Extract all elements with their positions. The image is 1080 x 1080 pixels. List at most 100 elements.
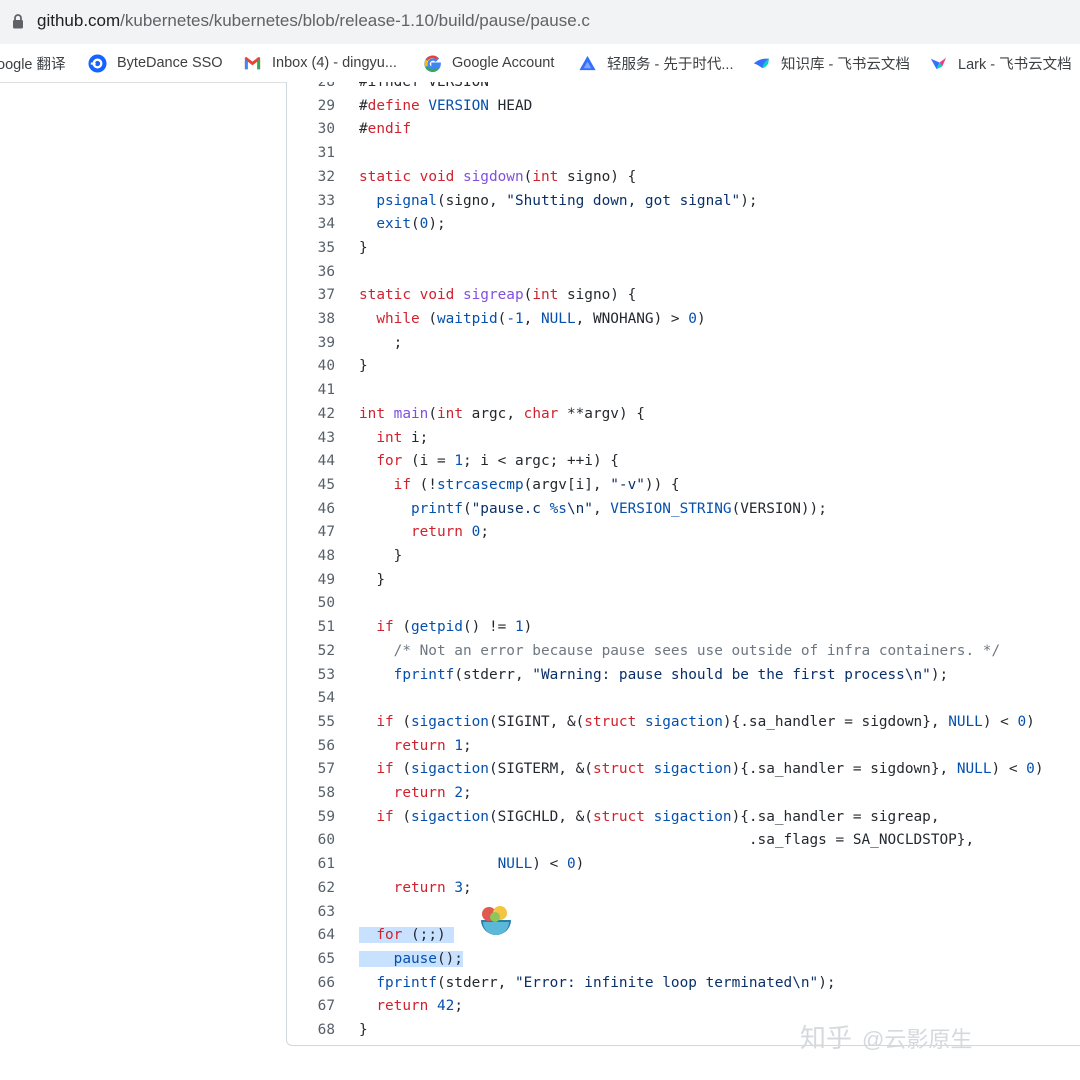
line-number[interactable]: 42 — [287, 403, 335, 427]
line-code: return 1; — [393, 737, 472, 754]
code-line: 33 psignal(signo, "Shutting down, got si… — [287, 190, 1080, 214]
line-number[interactable]: 57 — [287, 758, 335, 782]
line-number[interactable]: 43 — [287, 427, 335, 451]
line-number[interactable]: 53 — [287, 664, 335, 688]
code-line: 59 if (sigaction(SIGCHLD, &(struct sigac… — [287, 806, 1080, 830]
line-number[interactable]: 38 — [287, 308, 335, 332]
code-line: 48 } — [287, 545, 1080, 569]
line-code: exit(0); — [376, 216, 446, 233]
code-line: 30 #endif — [287, 118, 1080, 142]
line-number[interactable]: 31 — [287, 142, 335, 166]
code-line: 66 fprintf(stderr, "Error: infinite loop… — [287, 972, 1080, 996]
line-code: } — [359, 358, 368, 375]
bookmark-light-service[interactable]: 轻服务 - 先于时代... — [578, 52, 733, 74]
google-icon — [424, 55, 441, 72]
line-number[interactable]: 34 — [287, 213, 335, 237]
line-number[interactable]: 54 — [287, 687, 335, 711]
code-line: 53 fprintf(stderr, "Warning: pause shoul… — [287, 664, 1080, 688]
line-number[interactable]: 51 — [287, 616, 335, 640]
line-number[interactable]: 33 — [287, 190, 335, 214]
line-number[interactable]: 59 — [287, 806, 335, 830]
line-code: } — [359, 548, 403, 564]
line-number[interactable]: 61 — [287, 853, 335, 877]
line-code: } — [359, 1022, 368, 1038]
code-line: 50 — [287, 592, 1080, 616]
line-number[interactable]: 41 — [287, 379, 335, 403]
line-number[interactable]: 63 — [287, 901, 335, 925]
line-number[interactable]: 32 — [287, 166, 335, 190]
bookmark-knowledge-base[interactable]: 知识库 - 飞书云文档 — [752, 52, 910, 74]
line-code: if (sigaction(SIGCHLD, &(struct sigactio… — [376, 808, 940, 825]
code-line: 52 /* Not an error because pause sees us… — [287, 640, 1080, 664]
code-line: 44 for (i = 1; i < argc; ++i) { — [287, 450, 1080, 474]
code-line: 36 — [287, 261, 1080, 285]
line-number[interactable]: 40 — [287, 355, 335, 379]
watermark-brand: 知乎 — [800, 1024, 853, 1054]
line-number[interactable]: 45 — [287, 474, 335, 498]
line-number[interactable]: 47 — [287, 521, 335, 545]
code-line: 67 return 42; — [287, 995, 1080, 1019]
line-code: } — [359, 571, 385, 588]
line-code: #ifndef VERSION — [359, 82, 489, 90]
address-bar[interactable]: github.com/kubernetes/kubernetes/blob/re… — [0, 0, 1080, 44]
watermark: 知乎 @云影原生 — [800, 1018, 972, 1055]
bookmark-lark[interactable]: Lark - 飞书云文档 — [929, 52, 1072, 74]
line-number[interactable]: 49 — [287, 569, 335, 593]
line-number[interactable]: 28 — [287, 82, 335, 95]
code-line: 41 — [287, 379, 1080, 403]
line-number[interactable]: 58 — [287, 782, 335, 806]
code-line: 42 int main(int argc, char **argv) { — [287, 403, 1080, 427]
bookmark-label: ByteDance SSO — [117, 55, 223, 71]
line-code: pause(); — [359, 948, 463, 972]
feishu-docs-icon — [753, 58, 770, 68]
line-code: fprintf(stderr, "Error: infinite loop te… — [376, 974, 836, 991]
line-number[interactable]: 29 — [287, 95, 335, 119]
line-code: /* Not an error because pause sees use o… — [393, 642, 1001, 659]
line-number[interactable]: 65 — [287, 948, 335, 972]
line-number[interactable]: 52 — [287, 640, 335, 664]
line-number[interactable]: 68 — [287, 1019, 335, 1043]
bookmark-label: Lark - 飞书云文档 — [958, 56, 1072, 73]
line-number[interactable]: 30 — [287, 118, 335, 142]
line-code: #define VERSION HEAD — [359, 97, 533, 114]
bookmark-google-account[interactable]: Google Account — [423, 52, 554, 74]
line-number[interactable]: 36 — [287, 261, 335, 285]
line-number[interactable]: 66 — [287, 972, 335, 996]
line-number[interactable]: 50 — [287, 592, 335, 616]
url-text[interactable]: github.com/kubernetes/kubernetes/blob/re… — [37, 11, 590, 31]
line-number[interactable]: 67 — [287, 995, 335, 1019]
line-code: fprintf(stderr, "Warning: pause should b… — [393, 666, 949, 683]
bookmarks-bar: oogle 翻译 ByteDance SSO Inbox (4) - dingy… — [0, 44, 1080, 83]
code-line: 55 if (sigaction(SIGINT, &(struct sigact… — [287, 711, 1080, 735]
line-number[interactable]: 39 — [287, 332, 335, 356]
line-number[interactable]: 64 — [287, 924, 335, 948]
code-viewer: 28 #ifndef VERSION 29 #define VERSION HEAD 3… — [286, 82, 1080, 1046]
code-line: 43 int i; — [287, 427, 1080, 451]
bookmark-label: oogle 翻译 — [0, 56, 66, 73]
code-line: 56 return 1; — [287, 735, 1080, 759]
line-code: for (;;) — [359, 924, 455, 948]
line-number[interactable]: 48 — [287, 545, 335, 569]
code-line: 39 ; — [287, 332, 1080, 356]
line-number[interactable]: 60 — [287, 829, 335, 853]
bookmark-label: 轻服务 - 先于时代... — [607, 56, 734, 73]
code-line: 60 .sa_flags = SA_NOCLDSTOP}, — [287, 829, 1080, 853]
line-number[interactable]: 56 — [287, 735, 335, 759]
line-number[interactable]: 46 — [287, 498, 335, 522]
bookmark-label: Inbox (4) - dingyu... — [272, 55, 397, 71]
bytedance-sso-icon — [88, 53, 107, 73]
bookmark-bytedance-sso[interactable]: ByteDance SSO — [88, 52, 223, 74]
line-number[interactable]: 37 — [287, 284, 335, 308]
bookmark-google-translate[interactable]: oogle 翻译 — [0, 52, 66, 74]
bookmark-gmail-inbox[interactable]: Inbox (4) - dingyu... — [243, 52, 397, 74]
line-number[interactable]: 35 — [287, 237, 335, 261]
light-service-icon — [579, 55, 596, 70]
line-number[interactable]: 55 — [287, 711, 335, 735]
line-number[interactable]: 44 — [287, 450, 335, 474]
line-code: if (sigaction(SIGTERM, &(struct sigactio… — [376, 761, 1044, 778]
line-code: static void sigdown(int signo) { — [359, 168, 637, 185]
code-line: 54 — [287, 687, 1080, 711]
bookmark-label: Google Account — [452, 55, 555, 71]
line-number[interactable]: 62 — [287, 877, 335, 901]
code-line: 62 return 3; — [287, 877, 1080, 901]
